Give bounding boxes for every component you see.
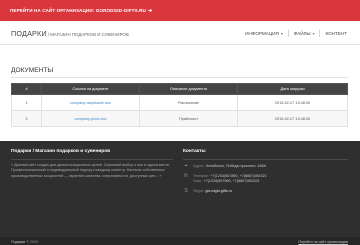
column-header-number: # xyxy=(11,83,42,95)
document-description: Прайслист xyxy=(139,110,238,127)
row-number: 1 xyxy=(11,94,42,111)
copyright-site: Подарки xyxy=(11,240,26,244)
nav-item-label: КОНТЕНТ xyxy=(325,31,347,36)
main-nav: ИНФОРМАЦИЯ ▾ ФАЙЛЫ ▾ КОНТЕНТ xyxy=(245,30,347,37)
nav-item-label: ИНФОРМАЦИЯ xyxy=(245,31,279,36)
footer-about-text: « Данный сайт создан для демонстрационны… xyxy=(11,163,171,178)
document-link[interactable]: company-price.doc xyxy=(41,110,140,127)
skype-label: Skype: xyxy=(193,188,205,193)
phone-value: +7(1234)567890, +7(8867)554321 xyxy=(210,174,267,178)
map-marker-icon: ⌖ xyxy=(184,163,188,169)
nav-item-files[interactable]: ФАЙЛЫ ▾ xyxy=(294,31,315,36)
nav-item-label: ФАЙЛЫ xyxy=(293,31,311,36)
copyright: Подарки © 2015 xyxy=(11,240,38,244)
title-divider xyxy=(11,77,348,78)
phone-label: Телефон: xyxy=(193,174,210,178)
documents-table: # Ссылка на документ Описание документа … xyxy=(11,83,348,127)
nav-divider xyxy=(319,30,321,37)
column-header-description: Описание документа xyxy=(139,83,238,95)
chevron-down-icon: ▾ xyxy=(312,32,315,36)
row-number: 2 xyxy=(11,110,42,127)
nav-item-information[interactable]: ИНФОРМАЦИЯ ▾ xyxy=(245,31,283,36)
contact-phones: ✆ Телефон: +7(1234)567890, +7(8867)55432… xyxy=(183,174,348,184)
nav-divider xyxy=(287,30,289,37)
arrow-right-icon: ➔ xyxy=(147,7,153,14)
footer-divider xyxy=(183,159,348,160)
footer-contacts: Контакты ⌖ Адрес: Челябинск, Победы прос… xyxy=(183,149,348,194)
organization-site-link-label: ПЕРЕЙТИ НА САЙТ ОРГАНИЗАЦИИ: GORODGID-GI… xyxy=(10,8,146,13)
skype-icon: S xyxy=(184,187,188,194)
copyright-year: © 2015 xyxy=(26,240,38,244)
table-header-row: # Ссылка на документ Описание документа … xyxy=(11,83,348,95)
document-description: Расписание xyxy=(139,94,238,111)
address-value: Челябинск, Победы проспект, 168А xyxy=(205,164,267,168)
footer-about-heading: Подарки / Магазин подарков и сувениров xyxy=(11,149,111,154)
footer-divider xyxy=(11,159,173,160)
column-header-date: Дата загрузки xyxy=(237,83,348,95)
table-row: 1 company-raspisanie.doc Расписание 2015… xyxy=(11,94,348,111)
contact-address: ⌖ Адрес: Челябинск, Победы проспект, 168… xyxy=(183,164,348,169)
chevron-down-icon: ▾ xyxy=(280,32,283,36)
brand-separator: / xyxy=(47,32,50,37)
upload-date: 2015-02-27 13:48:30 xyxy=(237,94,348,111)
nav-item-content[interactable]: КОНТЕНТ xyxy=(325,31,347,36)
top-banner: ПЕРЕЙТИ НА САЙТ ОРГАНИЗАЦИИ: GORODGID-GI… xyxy=(0,0,360,21)
phone-icon: ✆ xyxy=(183,173,189,179)
fax-label: Факс: xyxy=(193,178,203,183)
fax-value: +7(1234)567890, +7(8867)554321 xyxy=(203,178,260,183)
address-label: Адрес: xyxy=(193,164,205,168)
site-brand[interactable]: ПОДАРКИ / МАГАЗИН ПОДАРКОВ И СУВЕНИРОВ xyxy=(11,29,129,38)
footer-organization-link[interactable]: Перейти на сайт организации xyxy=(298,240,348,244)
upload-date: 2015-02-27 13:48:26 xyxy=(237,110,348,127)
footer-contacts-heading: Контакты xyxy=(183,149,206,154)
document-link[interactable]: company-raspisanie.doc xyxy=(41,94,140,111)
skype-value[interactable]: gorodgid-gifts.ru xyxy=(205,189,232,193)
contact-skype: S Skype: gorodgid-gifts.ru xyxy=(183,187,348,194)
brand-name: ПОДАРКИ xyxy=(11,29,47,38)
site-header: ПОДАРКИ / МАГАЗИН ПОДАРКОВ И СУВЕНИРОВ И… xyxy=(0,21,360,45)
column-header-link: Ссылка на документ xyxy=(41,83,140,95)
table-row: 2 company-price.doc Прайслист 2015-02-27… xyxy=(11,110,348,127)
organization-site-link[interactable]: ПЕРЕЙТИ НА САЙТ ОРГАНИЗАЦИИ: GORODGID-GI… xyxy=(10,8,152,14)
brand-tagline: МАГАЗИН ПОДАРКОВ И СУВЕНИРОВ xyxy=(50,32,129,37)
page-title: ДОКУМЕНТЫ xyxy=(11,67,54,74)
footer-about: Подарки / Магазин подарков и сувениров «… xyxy=(11,149,173,179)
